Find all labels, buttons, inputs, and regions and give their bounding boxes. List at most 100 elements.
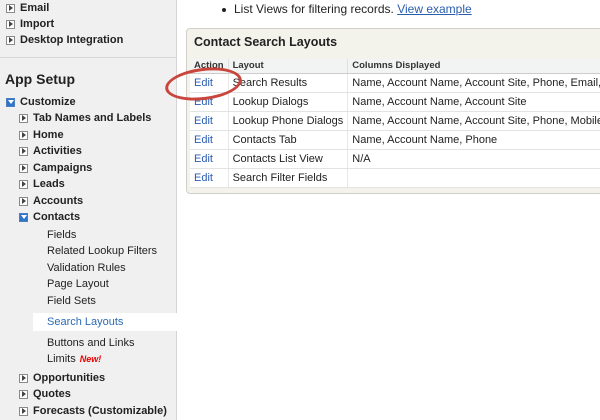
- sidebar-item-validation-rules[interactable]: Validation Rules: [47, 260, 126, 276]
- sidebar-item-contacts[interactable]: Contacts: [19, 209, 80, 225]
- expand-icon[interactable]: [6, 3, 15, 13]
- column-header-layout: Layout: [228, 59, 349, 74]
- expand-icon[interactable]: [19, 130, 28, 140]
- sidebar-item-label: Email: [20, 2, 50, 14]
- expand-icon[interactable]: [6, 19, 15, 29]
- collapse-icon[interactable]: [19, 212, 28, 222]
- column-header-columns-displayed: Columns Displayed: [347, 59, 600, 74]
- sidebar-item-buttons-and-links[interactable]: Buttons and Links: [47, 335, 134, 351]
- expand-icon[interactable]: [19, 146, 28, 156]
- expand-icon[interactable]: [19, 113, 28, 123]
- sidebar-item-customize[interactable]: Customize: [6, 94, 76, 110]
- sidebar-item-desktop-integration[interactable]: Desktop Integration: [6, 32, 123, 48]
- app-setup-heading: App Setup: [5, 71, 75, 87]
- sidebar-item-label: Accounts: [33, 195, 84, 207]
- sidebar-item-label: Field Sets: [47, 295, 96, 307]
- expand-icon[interactable]: [19, 179, 28, 189]
- sidebar-item-label: Forecasts (Customizable): [33, 405, 167, 417]
- action-cell: Edit: [190, 92, 229, 112]
- sidebar-item-import[interactable]: Import: [6, 16, 54, 32]
- columns-cell: [347, 168, 600, 188]
- column-header-action: Action: [190, 59, 229, 74]
- table-row: Edit Contacts List View N/A: [190, 149, 600, 169]
- columns-cell: Name, Account Name, Account Site, Phone,…: [347, 73, 600, 93]
- sidebar-item-opportunities[interactable]: Opportunities: [19, 370, 105, 386]
- sidebar-item-page-layout[interactable]: Page Layout: [47, 276, 109, 292]
- sidebar-item-label: Customize: [20, 96, 76, 108]
- sidebar-item-label: Contacts: [33, 211, 81, 223]
- sidebar-item-search-layouts[interactable]: Search Layouts: [33, 313, 177, 331]
- collapse-icon[interactable]: [6, 97, 15, 107]
- edit-link[interactable]: Edit: [194, 115, 213, 127]
- sidebar-item-label: Page Layout: [47, 278, 109, 290]
- view-example-link[interactable]: View example: [397, 2, 471, 16]
- sidebar-item-fields[interactable]: Fields: [47, 227, 76, 243]
- layout-cell: Search Filter Fields: [228, 168, 349, 188]
- edit-link[interactable]: Edit: [194, 134, 213, 146]
- expand-icon[interactable]: [19, 406, 28, 416]
- main-content: List Views for filtering records. View e…: [178, 0, 600, 420]
- sidebar-item-label: Desktop Integration: [20, 34, 124, 46]
- sidebar-item-label: Activities: [33, 145, 82, 157]
- divider: [0, 57, 177, 58]
- sidebar-item-label: Search Layouts: [47, 316, 124, 328]
- action-cell: Edit: [190, 168, 229, 188]
- sidebar-item-activities[interactable]: Activities: [19, 143, 82, 159]
- sidebar-item-label: Related Lookup Filters: [47, 245, 158, 257]
- edit-link[interactable]: Edit: [194, 77, 213, 89]
- sidebar-item-email[interactable]: Email: [6, 0, 49, 16]
- layout-cell: Contacts Tab: [228, 130, 349, 150]
- table-row: Edit Lookup Phone Dialogs Name, Account …: [190, 111, 600, 131]
- bullet-icon: [222, 7, 226, 12]
- layout-cell: Contacts List View: [228, 149, 349, 169]
- expand-icon[interactable]: [19, 373, 28, 383]
- sidebar-item-leads[interactable]: Leads: [19, 176, 65, 192]
- layout-cell: Search Results: [228, 73, 349, 93]
- sidebar-item-forecasts[interactable]: Forecasts (Customizable): [19, 403, 167, 419]
- action-cell: Edit: [190, 130, 229, 150]
- sidebar-item-label: Limits: [47, 353, 76, 365]
- sidebar-item-label: Quotes: [33, 388, 71, 400]
- action-cell: Edit: [190, 111, 229, 131]
- sidebar-item-label: Import: [20, 18, 55, 30]
- sidebar-item-home[interactable]: Home: [19, 127, 64, 143]
- sidebar-item-limits[interactable]: Limits New!: [47, 351, 101, 367]
- columns-cell: Name, Account Name, Phone: [347, 130, 600, 150]
- sidebar-item-label: Tab Names and Labels: [33, 112, 152, 124]
- edit-link[interactable]: Edit: [194, 96, 213, 108]
- sidebar-item-label: Validation Rules: [47, 262, 126, 274]
- expand-icon[interactable]: [19, 389, 28, 399]
- list-views-note: List Views for filtering records. View e…: [222, 2, 472, 16]
- edit-link[interactable]: Edit: [194, 153, 213, 165]
- sidebar: Email Import Desktop Integration App Set…: [0, 0, 177, 420]
- sidebar-item-tab-names[interactable]: Tab Names and Labels: [19, 110, 151, 126]
- expand-icon[interactable]: [19, 196, 28, 206]
- layout-cell: Lookup Dialogs: [228, 92, 349, 112]
- sidebar-item-label: Opportunities: [33, 372, 106, 384]
- sidebar-item-campaigns[interactable]: Campaigns: [19, 160, 92, 176]
- edit-link[interactable]: Edit: [194, 172, 213, 184]
- table-header-row: Action Layout Columns Displayed: [190, 59, 600, 74]
- table-row: Edit Search Results Name, Account Name, …: [190, 73, 600, 93]
- sidebar-item-field-sets[interactable]: Field Sets: [47, 293, 96, 309]
- sidebar-item-label: Home: [33, 129, 64, 141]
- sidebar-item-accounts[interactable]: Accounts: [19, 193, 83, 209]
- sidebar-item-label: Buttons and Links: [47, 337, 135, 349]
- table-row: Edit Lookup Dialogs Name, Account Name, …: [190, 92, 600, 112]
- table-row: Edit Search Filter Fields: [190, 168, 600, 188]
- search-layouts-table: Action Layout Columns Displayed Edit Sea…: [190, 59, 600, 188]
- sidebar-item-quotes[interactable]: Quotes: [19, 386, 71, 402]
- sidebar-item-related-lookup-filters[interactable]: Related Lookup Filters: [47, 243, 157, 259]
- note-text: List Views for filtering records.: [234, 2, 394, 16]
- columns-cell: N/A: [347, 149, 600, 169]
- expand-icon[interactable]: [19, 163, 28, 173]
- sidebar-item-label: Leads: [33, 178, 65, 190]
- contact-search-layouts-panel: Contact Search Layouts Action Layout Col…: [186, 28, 600, 194]
- columns-cell: Name, Account Name, Account Site: [347, 92, 600, 112]
- sidebar-item-label: Fields: [47, 229, 77, 241]
- action-cell: Edit: [190, 73, 229, 93]
- table-row: Edit Contacts Tab Name, Account Name, Ph…: [190, 130, 600, 150]
- columns-cell: Name, Account Name, Account Site, Phone,…: [347, 111, 600, 131]
- panel-title: Contact Search Layouts: [194, 35, 338, 49]
- expand-icon[interactable]: [6, 35, 15, 45]
